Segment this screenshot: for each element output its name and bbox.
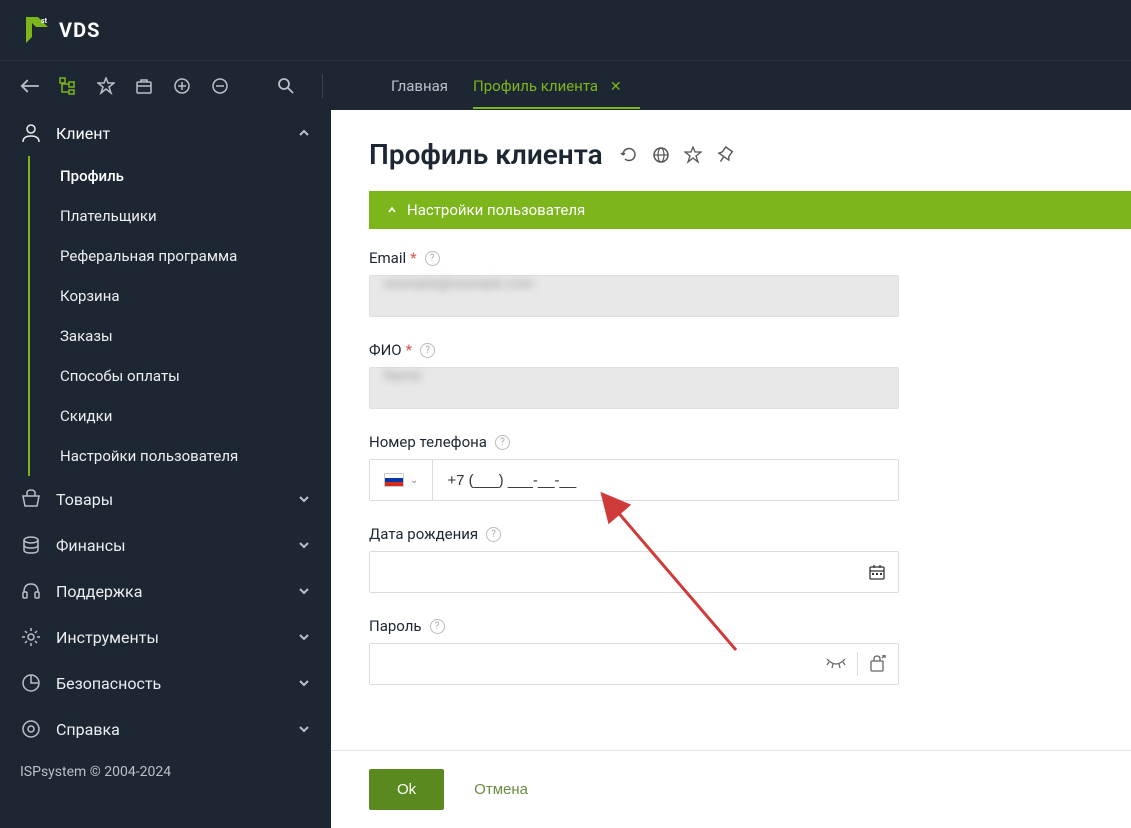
sidebar: Клиент Профиль Плательщики Реферальная п… [0,110,331,828]
sidebar-item-client[interactable]: Клиент [0,110,331,156]
chevron-up-icon [297,126,311,140]
help-icon[interactable]: ? [495,435,510,450]
email-value-blurred: example@example.com [384,276,534,292]
sidebar-label-security: Безопасность [56,674,283,693]
sidebar-item-goods[interactable]: Товары [0,476,331,522]
plus-circle-icon[interactable] [172,76,192,96]
page-title: Профиль клиента [369,138,603,171]
main-content: Профиль клиента [331,110,1131,828]
footer-actions: Ok Отмена [331,750,1131,828]
pin-icon[interactable] [715,145,735,165]
subnav-item-discounts[interactable]: Скидки [30,396,331,436]
fio-label: ФИО [369,341,402,359]
chevron-down-icon [297,722,311,736]
briefcase-icon[interactable] [134,76,154,96]
phone-input[interactable] [433,472,898,489]
globe-icon[interactable] [651,145,671,165]
logo-icon: st [20,13,54,47]
panel-title: Настройки пользователя [407,201,585,219]
sidebar-item-tools[interactable]: Инструменты [0,614,331,660]
required-mark: * [406,341,412,359]
required-mark: * [410,249,416,267]
password-field-row [369,643,899,685]
gear-icon [20,626,42,648]
sidebar-item-help[interactable]: Справка [0,706,331,752]
subnav-item-payment-methods[interactable]: Способы оплаты [30,356,331,396]
flag-ru-icon [384,473,404,487]
subnav-item-cart[interactable]: Корзина [30,276,331,316]
help-icon[interactable]: ? [425,251,440,266]
star-icon[interactable] [96,76,116,96]
sidebar-item-finance[interactable]: Финансы [0,522,331,568]
chevron-down-icon [297,538,311,552]
sidebar-label-tools: Инструменты [56,628,283,647]
logo-text: VDS [59,18,100,42]
subnav-item-user-settings[interactable]: Настройки пользователя [30,436,331,476]
subnav-item-referral[interactable]: Реферальная программа [30,236,331,276]
tab-profile[interactable]: Профиль клиента ✕ [473,63,622,109]
chevron-down-icon [297,630,311,644]
tab-close-icon[interactable]: ✕ [610,79,622,95]
subnav-client: Профиль Плательщики Реферальная программ… [28,156,331,476]
svg-text:st: st [41,17,48,25]
password-label: Пароль [369,617,422,635]
chevron-down-icon [297,584,311,598]
star-outline-icon[interactable] [683,145,703,165]
sidebar-label-help: Справка [56,720,283,739]
logo[interactable]: st VDS [20,13,100,47]
separator [857,652,858,676]
subnav-item-payers[interactable]: Плательщики [30,196,331,236]
subnav-item-orders[interactable]: Заказы [30,316,331,356]
toolbar: Главная Профиль клиента ✕ [0,60,1131,110]
dob-field-row [369,551,899,593]
sidebar-label-goods: Товары [56,490,283,509]
dob-input[interactable] [382,564,868,581]
country-flag-select[interactable]: ⌄ [370,460,433,500]
help-icon[interactable]: ? [486,527,501,542]
basket-icon [20,488,42,510]
email-field[interactable]: example@example.com [369,275,899,317]
cancel-button[interactable]: Отмена [464,769,538,810]
email-label: Email [369,249,406,267]
ok-button[interactable]: Ok [369,769,444,810]
refresh-icon[interactable] [619,145,639,165]
help-icon[interactable]: ? [430,619,445,634]
sidebar-label-client: Клиент [56,124,283,143]
fio-value-blurred: Name [384,368,421,384]
help-icon[interactable]: ? [420,343,435,358]
sidebar-label-support: Поддержка [56,582,283,601]
topbar: st VDS [0,0,1131,60]
user-icon [20,122,42,144]
password-input[interactable] [382,656,815,673]
calendar-icon[interactable] [868,563,886,581]
fio-field[interactable]: Name [369,367,899,409]
search-icon[interactable] [276,76,296,96]
sidebar-item-security[interactable]: Безопасность [0,660,331,706]
eye-toggle-icon[interactable] [825,657,847,671]
sidebar-copyright: ISPsystem © 2004-2024 [0,752,331,792]
pie-icon [20,672,42,694]
headset-icon [20,580,42,602]
phone-label: Номер телефона [369,433,487,451]
tree-icon[interactable] [58,76,78,96]
sidebar-item-support[interactable]: Поддержка [0,568,331,614]
help-circle-icon [20,718,42,740]
chevron-down-icon [297,676,311,690]
tab-main[interactable]: Главная [391,63,448,109]
dob-label: Дата рождения [369,525,478,543]
minus-circle-icon[interactable] [210,76,230,96]
sidebar-label-finance: Финансы [56,536,283,555]
panel-header[interactable]: Настройки пользователя [369,191,1131,229]
generate-password-icon[interactable] [868,655,886,673]
back-icon[interactable] [20,76,40,96]
phone-field-row: ⌄ [369,459,899,501]
chevron-down-icon [297,492,311,506]
coins-icon [20,534,42,556]
tab-profile-label: Профиль клиента [473,77,598,95]
subnav-item-profile[interactable]: Профиль [30,156,331,196]
toolbar-separator [322,74,323,98]
chevron-down-icon: ⌄ [410,475,418,486]
panel-collapse-icon [387,205,397,215]
